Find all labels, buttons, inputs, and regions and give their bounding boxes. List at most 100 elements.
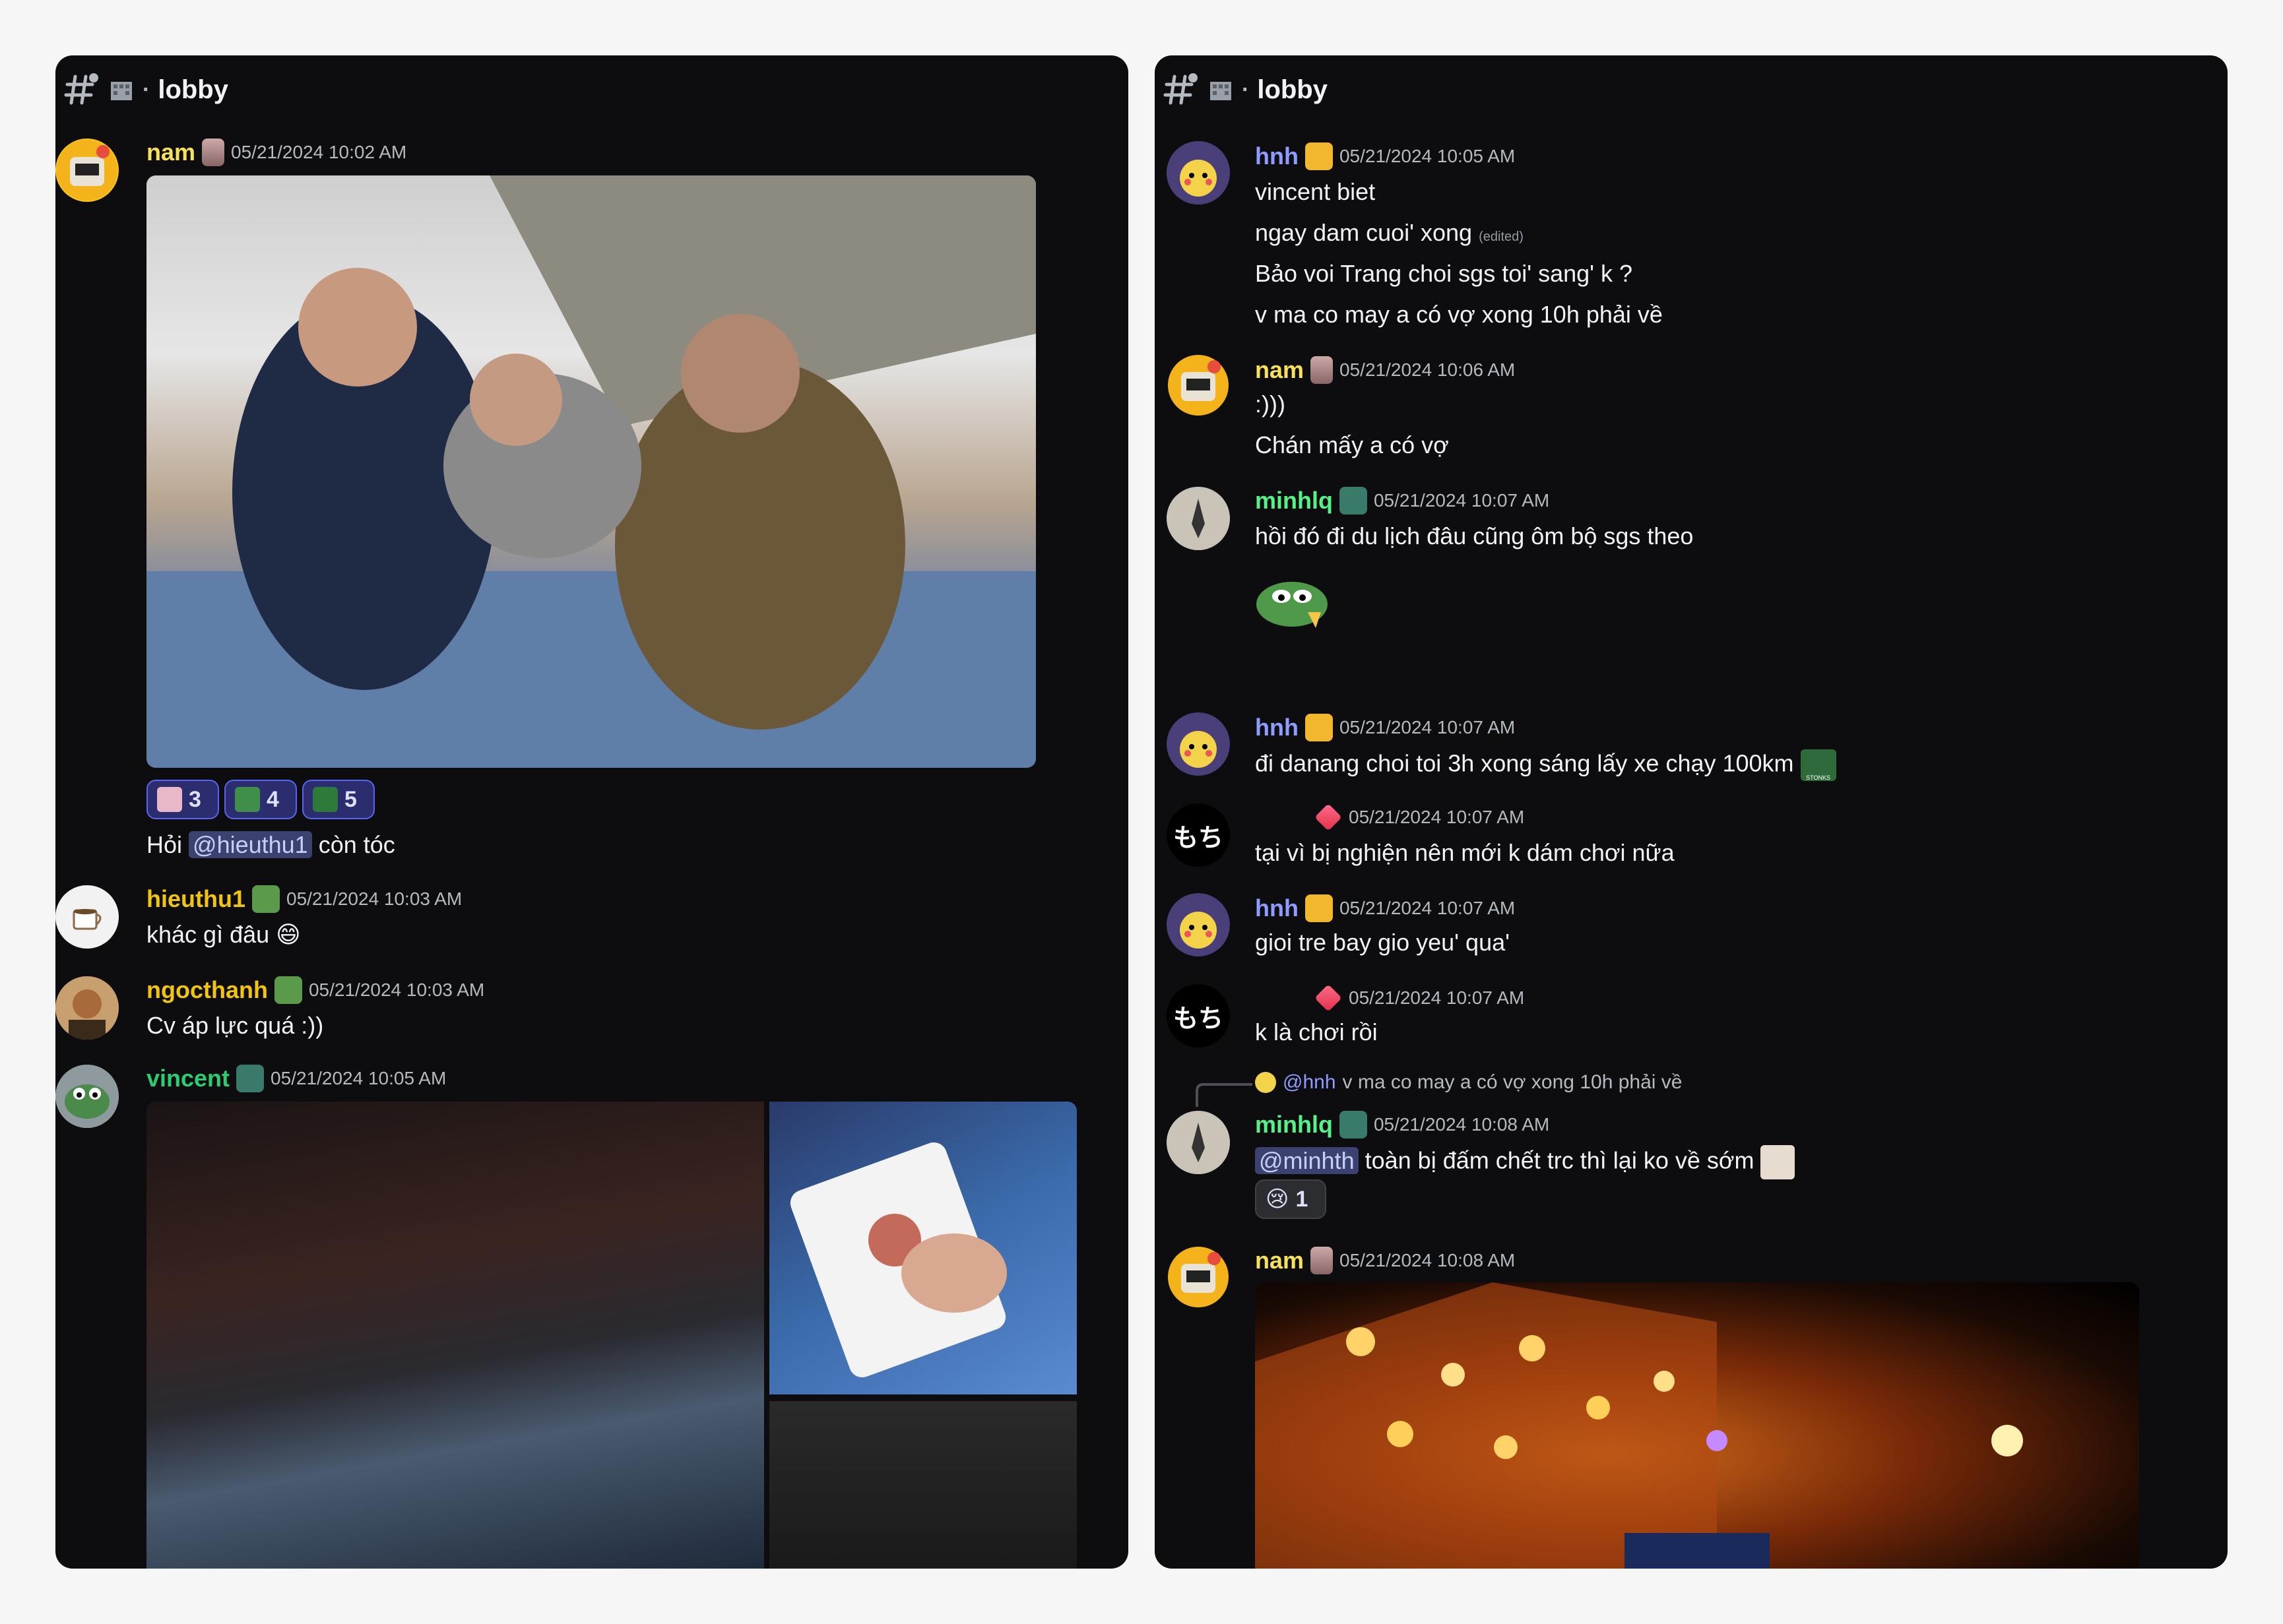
user-mention[interactable]: @minhth — [1255, 1146, 1359, 1174]
user-avatar-nam-icon — [57, 140, 117, 201]
avatar[interactable] — [1167, 354, 1230, 417]
message-photo[interactable] — [146, 1102, 764, 1569]
rabbit-badge-icon — [1310, 356, 1334, 384]
message-line: vincent biet — [1255, 178, 1376, 205]
username[interactable]: vincent — [146, 1065, 230, 1092]
username[interactable]: minhlq — [1255, 1111, 1333, 1139]
username[interactable]: ngocthanh — [146, 976, 268, 1004]
timestamp: 05/21/2024 10:07 AM — [1339, 898, 1516, 918]
avatar[interactable] — [55, 1065, 119, 1128]
avatar[interactable] — [55, 885, 119, 949]
timestamp: 05/21/2024 10:05 AM — [1339, 146, 1516, 166]
timestamp: 05/21/2024 10:03 AM — [286, 889, 463, 909]
channel-separator: · — [143, 77, 150, 102]
pikachu-avatar-icon — [1167, 141, 1230, 204]
pikachu-avatar-icon — [1167, 893, 1230, 956]
message-line: ngay dam cuoi' xong (edited) — [1255, 219, 1524, 247]
username[interactable]: nam — [1255, 356, 1304, 384]
house-icon — [1210, 82, 1231, 100]
username[interactable]: minhlq — [1255, 487, 1333, 515]
text-segment: đi danang choi toi 3h xong sáng lấy xe c… — [1255, 749, 1794, 777]
reply-avatar-icon — [1255, 1072, 1276, 1093]
coffee-cup-icon — [73, 909, 102, 930]
username[interactable]: nam — [1255, 1247, 1304, 1274]
timestamp: 05/21/2024 10:03 AM — [308, 980, 485, 1000]
message-photo[interactable] — [1255, 1282, 2139, 1569]
message-text: Hỏi @hieuthu1 còn tóc — [146, 831, 395, 859]
user-photo-icon — [55, 976, 119, 1040]
timestamp: 05/21/2024 10:07 AM — [1339, 717, 1516, 737]
avatar[interactable]: もち — [1167, 984, 1230, 1047]
photo-people-icon — [146, 175, 1036, 768]
crying-emoji-icon: 😢 — [1266, 1186, 1289, 1212]
avatar[interactable] — [1167, 1111, 1230, 1174]
gem-icon — [1314, 984, 1342, 1012]
text-segment: ngay dam cuoi' xong — [1255, 219, 1473, 246]
avatar[interactable]: もち — [1167, 803, 1230, 867]
avatar[interactable] — [1167, 712, 1230, 776]
house-icon — [111, 82, 132, 100]
reply-preview[interactable]: @hnh v ma co may a có vợ xong 10h phải v… — [1255, 1071, 1682, 1094]
reaction-count: 4 — [267, 786, 279, 812]
message-text: khác gì đâu 😄 — [146, 921, 301, 949]
avatar[interactable] — [1167, 487, 1230, 550]
message-line: gioi tre bay gio yeu' qua' — [1255, 929, 1510, 956]
timestamp: 05/21/2024 10:02 AM — [231, 142, 407, 162]
message-photo[interactable] — [769, 1401, 1077, 1569]
timestamp: 05/21/2024 10:08 AM — [1373, 1114, 1550, 1135]
message-line: Bảo voi Trang choi sgs toi' sang' k ? — [1255, 260, 1633, 287]
message-text: Cv áp lực quá :)) — [146, 1012, 324, 1039]
chat-panel-left: · lobby nam 05/21/2024 10:02 AM 3 4 5 Hỏ… — [55, 55, 1128, 1569]
rabbit-badge-icon — [202, 139, 225, 166]
user-avatar-nam-icon — [1168, 1247, 1229, 1307]
message-photo[interactable] — [146, 175, 1036, 768]
channel-name[interactable]: lobby — [1257, 75, 1328, 105]
reaction-count: 3 — [189, 786, 201, 812]
frog-badge-icon — [274, 976, 302, 1004]
crown-icon — [1304, 894, 1333, 922]
username[interactable]: hnh — [1255, 142, 1299, 170]
avatar[interactable] — [1167, 893, 1230, 956]
text-segment: Hỏi — [146, 831, 189, 858]
pepe-sticker-icon — [1256, 582, 1328, 628]
timestamp: 05/21/2024 10:07 AM — [1349, 807, 1525, 827]
reply-connector — [1196, 1083, 1252, 1107]
message-line: :))) — [1255, 390, 1285, 418]
username[interactable]: nam — [146, 139, 195, 166]
text-channel-icon — [64, 73, 98, 105]
avatar[interactable] — [1167, 141, 1230, 204]
username[interactable]: hnh — [1255, 714, 1299, 741]
message-photo[interactable] — [769, 1102, 1077, 1394]
avatar[interactable] — [1167, 1245, 1230, 1309]
chat-panel-right: · lobby hnh 05/21/2024 10:05 AM vincent … — [1155, 55, 2228, 1569]
avatar[interactable] — [55, 976, 119, 1040]
message-line: tại vì bị nghiện nên mới k dám chơi nữa — [1255, 839, 1675, 866]
reaction-pill[interactable]: 😢 1 — [1255, 1179, 1326, 1219]
spinning-top-icon — [1167, 487, 1230, 550]
crown-icon — [1304, 714, 1333, 741]
message-line: đi danang choi toi 3h xong sáng lấy xe c… — [1255, 749, 1836, 781]
pikachu-avatar-icon — [1167, 712, 1230, 776]
reaction-pill[interactable]: 5 — [302, 780, 375, 819]
face-emoji-icon — [1760, 1145, 1795, 1179]
mochi-avatar-text: もち — [1173, 823, 1223, 852]
username[interactable]: hieuthu1 — [146, 885, 245, 913]
crown-icon — [1304, 142, 1333, 170]
pepe-avatar-icon — [55, 1065, 119, 1128]
message-line: v ma co may a có vợ xong 10h phải về — [1255, 301, 1663, 328]
avatar[interactable] — [55, 139, 119, 202]
reaction-count: 5 — [344, 786, 357, 812]
frog-badge-icon — [236, 1065, 265, 1092]
reaction-pill[interactable]: 3 — [146, 780, 219, 819]
user-mention[interactable]: @hieuthu1 — [189, 831, 312, 858]
channel-name[interactable]: lobby — [158, 75, 228, 105]
timestamp: 05/21/2024 10:08 AM — [1339, 1250, 1516, 1270]
frog-badge-icon — [252, 885, 280, 913]
frog-badge-icon — [1339, 1111, 1367, 1139]
reply-username[interactable]: @hnh — [1283, 1071, 1336, 1094]
user-avatar-nam-icon — [1168, 355, 1229, 416]
reaction-pill[interactable]: 4 — [224, 780, 297, 819]
username[interactable]: hnh — [1255, 894, 1299, 922]
text-segment: toàn bị đấm chết trc thì lại ko về sớm — [1358, 1146, 1754, 1174]
timestamp: 05/21/2024 10:07 AM — [1349, 987, 1525, 1008]
